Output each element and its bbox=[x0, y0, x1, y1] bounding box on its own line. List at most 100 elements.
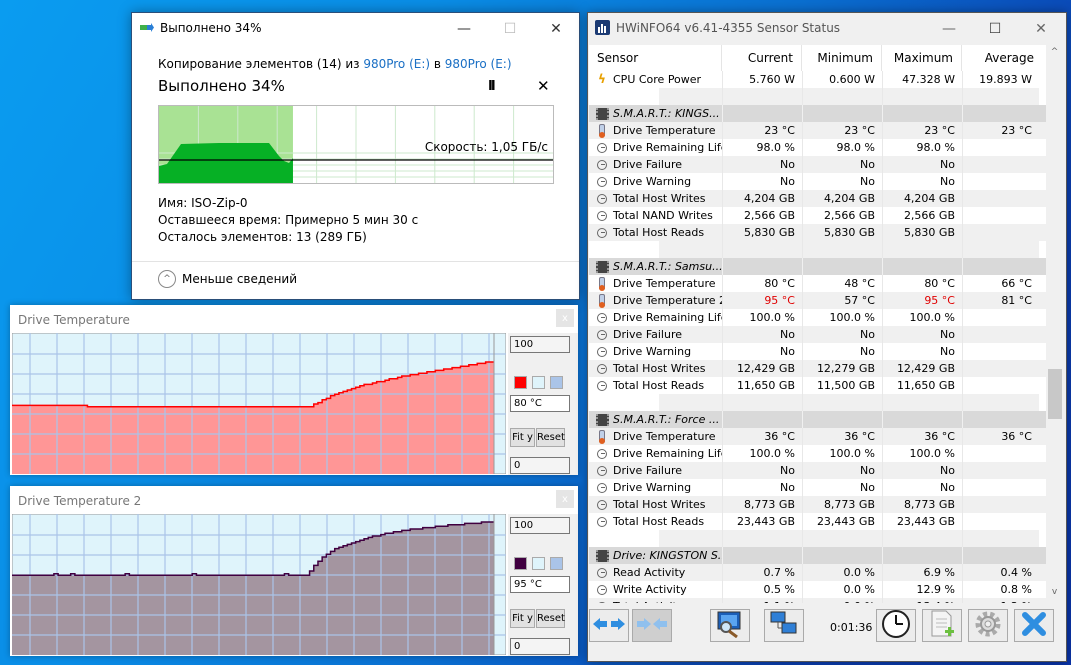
sensor-row[interactable]: Drive Remaining Life 98.0 % 98.0 % 98.0 % bbox=[589, 139, 1046, 156]
sensor-row[interactable]: Drive Warning No No No bbox=[589, 479, 1046, 496]
sensor-row[interactable]: Drive Warning No No No bbox=[589, 173, 1046, 190]
stop-button[interactable]: ✕ bbox=[537, 77, 550, 95]
sensor-group-header[interactable]: S.M.A.R.T.: Samsu... bbox=[589, 258, 1046, 275]
minimum-value: 0.0 % bbox=[802, 598, 882, 603]
sensor-row[interactable]: Drive Temperature 80 °C 48 °C 80 °C 66 °C bbox=[589, 275, 1046, 292]
current-value: No bbox=[722, 173, 802, 190]
sensor-row[interactable]: Total Host Writes 4,204 GB 4,204 GB 4,204 G… bbox=[589, 190, 1046, 207]
sensor-row[interactable]: Total Host Reads 23,443 GB 23,443 GB 23,443… bbox=[589, 513, 1046, 530]
gear-icon bbox=[973, 609, 1003, 642]
source-link[interactable]: 980Pro (E:) bbox=[363, 57, 430, 71]
maximum-value: 12.9 % bbox=[882, 581, 962, 598]
sensor-row[interactable]: Total NAND Writes 2,566 GB 2,566 GB 2,566 G… bbox=[589, 207, 1046, 224]
name-value: ISO-Zip-0 bbox=[191, 196, 248, 210]
maximize-button[interactable]: ☐ bbox=[972, 13, 1018, 44]
line-color-swatch[interactable] bbox=[514, 376, 527, 389]
reset-timer-button[interactable] bbox=[876, 609, 916, 642]
current-value: 5.760 W bbox=[722, 71, 802, 88]
reset-button[interactable]: Reset bbox=[536, 428, 565, 447]
sensor-row[interactable]: Total Host Writes 8,773 GB 8,773 GB 8,773 G… bbox=[589, 496, 1046, 513]
name-label: Имя: bbox=[158, 196, 188, 210]
expand-columns-button[interactable] bbox=[589, 609, 629, 642]
sensor-group-header[interactable]: S.M.A.R.T.: Force ... bbox=[589, 411, 1046, 428]
y-min-field[interactable]: 0 bbox=[510, 638, 570, 655]
fit-y-button[interactable]: Fit y bbox=[510, 428, 535, 447]
background-color-swatch[interactable] bbox=[532, 557, 545, 570]
close-button[interactable]: ✕ bbox=[533, 13, 579, 44]
scroll-up-arrow[interactable]: ^ bbox=[1046, 47, 1063, 57]
close-graph-button[interactable]: x bbox=[556, 490, 574, 508]
current-value: 1.1 % bbox=[722, 598, 802, 603]
current-value: 4,204 GB bbox=[722, 190, 802, 207]
bottom-toolbar: 0:01:36 bbox=[589, 608, 1065, 658]
reset-button[interactable]: Reset bbox=[536, 609, 565, 628]
sensor-row[interactable]: Drive Warning No No No bbox=[589, 343, 1046, 360]
sensor-row[interactable]: Read Activity 0.7 % 0.0 % 6.9 % 0.4 % bbox=[589, 564, 1046, 581]
network-computers-icon bbox=[769, 610, 799, 641]
sensor-inspect-button[interactable] bbox=[710, 609, 750, 642]
sensor-row[interactable]: Drive Temperature 36 °C 36 °C 36 °C 36 °C bbox=[589, 428, 1046, 445]
sensor-row[interactable]: Drive Remaining Life 100.0 % 100.0 % 100.0 … bbox=[589, 445, 1046, 462]
minimum-value: No bbox=[802, 156, 882, 173]
close-graph-button[interactable]: x bbox=[556, 309, 574, 327]
close-sensors-button[interactable] bbox=[1014, 609, 1054, 642]
close-button[interactable]: ✕ bbox=[1018, 13, 1064, 44]
sensor-row[interactable]: Drive Failure No No No bbox=[589, 326, 1046, 343]
sensor-group-header[interactable]: Drive: KINGSTON S... bbox=[589, 547, 1046, 564]
column-header-minimum[interactable]: Minimum bbox=[802, 45, 882, 71]
current-value: 23 °C bbox=[722, 122, 802, 139]
less-details-button[interactable]: ^ Меньше сведений bbox=[158, 270, 297, 288]
transfer-speed-graph: Скорость: 1,05 ГБ/с bbox=[158, 105, 554, 184]
maximum-value: 100.0 % bbox=[882, 309, 962, 326]
column-header-average[interactable]: Average bbox=[962, 45, 1042, 71]
sensor-row[interactable]: Drive Temperature 23 °C 23 °C 23 °C 23 °C bbox=[589, 122, 1046, 139]
sensor-row[interactable]: Total Host Reads 5,830 GB 5,830 GB 5,830 GB bbox=[589, 224, 1046, 241]
column-header-maximum[interactable]: Maximum bbox=[882, 45, 962, 71]
sensor-row[interactable]: Drive Failure No No No bbox=[589, 156, 1046, 173]
scrollbar-thumb[interactable] bbox=[1048, 369, 1062, 419]
lightning-bolt-icon: ϟ bbox=[598, 72, 606, 86]
fit-y-button[interactable]: Fit y bbox=[510, 609, 535, 628]
sensor-row[interactable]: Total Host Writes 12,429 GB 12,279 GB 12,42… bbox=[589, 360, 1046, 377]
sensor-row[interactable]: Total Activity 1.1 %0.0 %13.4 %1.2 % bbox=[589, 598, 1046, 603]
average-value: 0.8 % bbox=[962, 581, 1039, 598]
grid-color-swatch[interactable] bbox=[550, 557, 563, 570]
average-value bbox=[962, 445, 1039, 462]
destination-link[interactable]: 980Pro (E:) bbox=[445, 57, 512, 71]
minimize-button[interactable]: — bbox=[441, 13, 487, 44]
scroll-down-arrow[interactable]: v bbox=[1046, 587, 1063, 597]
copy-details: Имя: ISO-Zip-0 Оставшееся время: Примерн… bbox=[158, 195, 418, 246]
drive-temperature-graph-window: Drive Temperature x 100 80 °C Fit y Rese… bbox=[10, 305, 578, 475]
sensor-group-header[interactable]: S.M.A.R.T.: KINGS... bbox=[589, 105, 1046, 122]
collapse-columns-button[interactable] bbox=[632, 609, 672, 642]
sensor-row[interactable]: Total Host Reads 11,650 GB 11,500 GB 11,650… bbox=[589, 377, 1046, 394]
y-max-field[interactable]: 100 bbox=[510, 517, 570, 534]
sensor-row[interactable]: Drive Remaining Life 100.0 % 100.0 % 100.0 … bbox=[589, 309, 1046, 326]
column-header-sensor[interactable]: Sensor bbox=[589, 45, 722, 71]
y-min-field[interactable]: 0 bbox=[510, 457, 570, 474]
minimize-button[interactable]: — bbox=[926, 13, 972, 44]
group-name: Drive: KINGSTON S... bbox=[613, 549, 722, 562]
grid-color-swatch[interactable] bbox=[550, 376, 563, 389]
clock-icon bbox=[594, 498, 610, 512]
sensor-row[interactable]: Drive Failure No No No bbox=[589, 462, 1046, 479]
logging-button[interactable] bbox=[922, 609, 962, 642]
settings-button[interactable] bbox=[968, 609, 1008, 642]
sensor-row[interactable]: ϟ CPU Core Power 5.760 W 0.600 W 47.328 W 19.… bbox=[589, 71, 1046, 88]
background-color-swatch[interactable] bbox=[532, 376, 545, 389]
sensor-row[interactable]: Drive Temperature 2 95 °C 57 °C 95 °C 81 °C bbox=[589, 292, 1046, 309]
network-button[interactable] bbox=[764, 609, 804, 642]
average-value: 1.2 % bbox=[962, 598, 1039, 603]
maximize-button[interactable]: ☐ bbox=[487, 13, 533, 44]
column-header-current[interactable]: Current bbox=[722, 45, 802, 71]
minimum-value: 57 °C bbox=[802, 292, 882, 309]
pause-button[interactable]: II bbox=[488, 79, 496, 94]
y-max-field[interactable]: 100 bbox=[510, 336, 570, 353]
graph-title: Drive Temperature bbox=[18, 313, 130, 327]
sensor-row[interactable]: Write Activity 0.5 % 0.0 % 12.9 % 0.8 % bbox=[589, 581, 1046, 598]
line-color-swatch[interactable] bbox=[514, 557, 527, 570]
blank-row bbox=[589, 394, 1046, 411]
minimum-value: 2,566 GB bbox=[802, 207, 882, 224]
vertical-scrollbar[interactable]: ^ v bbox=[1046, 45, 1063, 603]
clock-icon bbox=[594, 175, 610, 189]
